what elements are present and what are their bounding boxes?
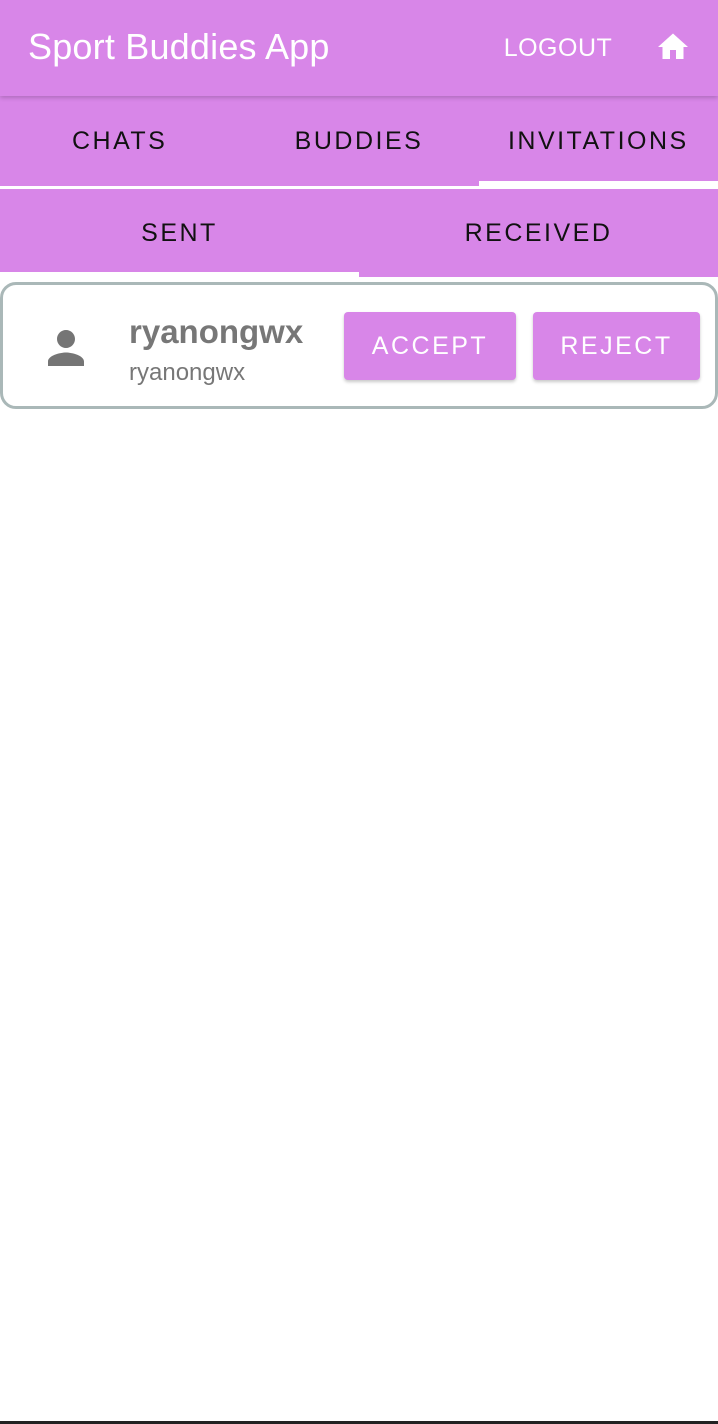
invitation-user-handle: ryanongwx [129, 359, 246, 386]
reject-button[interactable]: REJECT [533, 312, 700, 380]
invitation-card: ryanongwx ryanongwx ACCEPT REJECT [0, 282, 718, 409]
tab-buddies[interactable]: BUDDIES [239, 96, 478, 186]
home-button[interactable] [648, 24, 698, 70]
subtab-received[interactable]: RECEIVED [359, 189, 718, 277]
subtab-sent[interactable]: SENT [0, 189, 359, 277]
app-title: Sport Buddies App [28, 26, 330, 67]
app-bar: Sport Buddies App LOGOUT [0, 0, 718, 96]
main-tabs: CHATS BUDDIES INVITATIONS [0, 96, 718, 186]
logout-button[interactable]: LOGOUT [500, 22, 616, 74]
tab-chats[interactable]: CHATS [0, 96, 239, 186]
accept-button[interactable]: ACCEPT [344, 312, 516, 380]
home-icon [658, 33, 688, 59]
tab-invitations[interactable]: INVITATIONS [478, 96, 718, 186]
app-screen: Sport Buddies App LOGOUT CHATS BUDDIES I… [0, 0, 718, 1424]
avatar [39, 321, 93, 375]
person-icon [48, 330, 84, 366]
invitation-user-name: ryanongwx [129, 313, 304, 350]
invitation-subtabs: SENT RECEIVED [0, 189, 718, 277]
